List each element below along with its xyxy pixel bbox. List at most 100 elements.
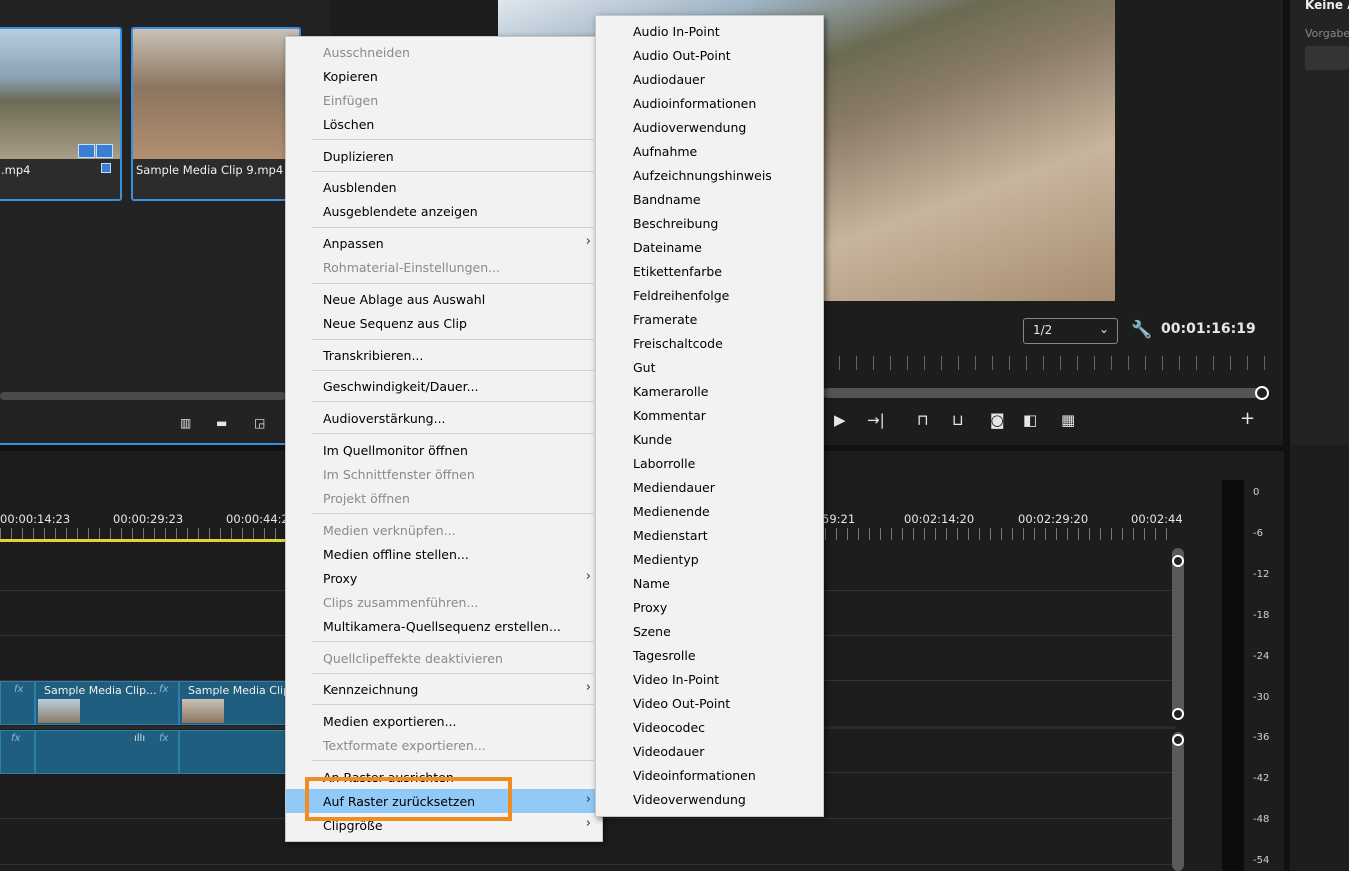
submenu-item[interactable]: Videoverwendung bbox=[596, 787, 823, 811]
chevron-right-icon: › bbox=[585, 792, 591, 807]
menu-item-textformate-exportieren[interactable]: Textformate exportieren... bbox=[286, 733, 602, 757]
submenu-item[interactable]: Kommentar bbox=[596, 403, 823, 427]
menu-item-ausblenden[interactable]: Ausblenden bbox=[286, 175, 602, 199]
camera-icon[interactable]: ◙ bbox=[990, 411, 1005, 429]
submenu-item[interactable]: Freischaltcode bbox=[596, 331, 823, 355]
submenu-item[interactable]: Videoinformationen bbox=[596, 763, 823, 787]
menu-item-anpassen[interactable]: Anpassen › bbox=[286, 231, 602, 255]
submenu-item[interactable]: Etikettenfarbe bbox=[596, 259, 823, 283]
menu-item-clips-zusammenfuehren[interactable]: Clips zusammenführen... bbox=[286, 590, 602, 614]
timeline-vertical-scrollbar[interactable] bbox=[1172, 732, 1184, 871]
submenu-item[interactable]: Audio In-Point bbox=[596, 19, 823, 43]
menu-item-kennzeichnung[interactable]: Kennzeichnung › bbox=[286, 677, 602, 701]
menu-item-ausgeblendete-anzeigen[interactable]: Ausgeblendete anzeigen bbox=[286, 199, 602, 223]
submenu-item[interactable]: Framerate bbox=[596, 307, 823, 331]
project-clip-card[interactable]: Sample Media Clip 9.mp4 bbox=[131, 27, 301, 201]
timeline-vertical-scrollbar[interactable] bbox=[1172, 548, 1184, 720]
folder-icon[interactable]: ▬ bbox=[216, 416, 227, 430]
program-timecode[interactable]: 00:01:16:19 bbox=[1161, 321, 1256, 337]
menu-item-einfuegen[interactable]: Einfügen bbox=[286, 88, 602, 112]
panel-divider[interactable] bbox=[1283, 0, 1290, 871]
submenu-item[interactable]: Video Out-Point bbox=[596, 691, 823, 715]
list-view-icon[interactable]: ▥ bbox=[180, 416, 191, 430]
menu-item-proxy[interactable]: Proxy › bbox=[286, 566, 602, 590]
clip-label: Sample Media Clip 9.mp4 bbox=[136, 163, 284, 177]
submenu-item[interactable]: Mediendauer bbox=[596, 475, 823, 499]
menu-item-multikamera[interactable]: Multikamera-Quellsequenz erstellen... bbox=[286, 614, 602, 638]
audio-clip[interactable]: fx bbox=[0, 730, 35, 774]
audio-meter-bar bbox=[1222, 480, 1244, 871]
video-clip[interactable]: Sample Media Clip... fx bbox=[35, 681, 179, 725]
submenu-item[interactable]: Videocodec bbox=[596, 715, 823, 739]
submenu-item[interactable]: Medienende bbox=[596, 499, 823, 523]
submenu-item[interactable]: Kamerarolle bbox=[596, 379, 823, 403]
new-item-icon[interactable]: ◲ bbox=[254, 416, 265, 430]
step-forward-icon[interactable]: ▶︎ bbox=[834, 411, 846, 429]
add-button-icon[interactable]: + bbox=[1240, 408, 1255, 429]
video-clip[interactable]: fx bbox=[0, 681, 35, 725]
submenu-item[interactable]: Proxy bbox=[596, 595, 823, 619]
audio-clip[interactable]: ıllı fx bbox=[35, 730, 179, 774]
menu-item-transkribieren[interactable]: Transkribieren... bbox=[286, 343, 602, 367]
submenu-item[interactable]: Laborrolle bbox=[596, 451, 823, 475]
audio-clip[interactable] bbox=[179, 730, 288, 774]
menu-item-quellmonitor[interactable]: Im Quellmonitor öffnen bbox=[286, 438, 602, 462]
go-to-out-icon[interactable]: →| bbox=[867, 411, 885, 429]
submenu-item[interactable]: Audiodauer bbox=[596, 67, 823, 91]
scrollbar-handle[interactable] bbox=[1172, 555, 1184, 567]
monitor-scrollbar-handle[interactable] bbox=[1255, 386, 1269, 400]
extract-icon[interactable]: ⊔ bbox=[952, 411, 964, 429]
submenu-item[interactable]: Aufnahme bbox=[596, 139, 823, 163]
meter-label: -36 bbox=[1253, 732, 1270, 743]
menu-item-medien-verknuepfen[interactable]: Medien verknüpfen... bbox=[286, 518, 602, 542]
monitor-scrollbar[interactable] bbox=[822, 388, 1262, 398]
meter-label: -12 bbox=[1253, 569, 1270, 580]
work-area-bar[interactable] bbox=[0, 539, 286, 542]
safe-margins-icon[interactable]: ▦ bbox=[1061, 411, 1075, 429]
menu-item-medien-offline[interactable]: Medien offline stellen... bbox=[286, 542, 602, 566]
menu-item-quellclipeffekte[interactable]: Quellclipeffekte deaktivieren bbox=[286, 646, 602, 670]
submenu-item[interactable]: Szene bbox=[596, 619, 823, 643]
video-clip[interactable]: Sample Media Clip 8 bbox=[179, 681, 288, 725]
submenu-item[interactable]: Bandname bbox=[596, 187, 823, 211]
menu-item-ausschneiden[interactable]: Ausschneiden bbox=[286, 40, 602, 64]
submenu-item[interactable]: Kunde bbox=[596, 427, 823, 451]
timeline-time-label: 00:02:29:20 bbox=[1018, 512, 1089, 526]
submenu-item[interactable]: Feldreihenfolge bbox=[596, 283, 823, 307]
project-clip-card[interactable]: .mp4 bbox=[0, 27, 122, 201]
lift-icon[interactable]: ⊓ bbox=[917, 411, 929, 429]
menu-separator bbox=[312, 673, 594, 674]
wrench-icon[interactable]: 🔧 bbox=[1131, 320, 1152, 340]
menu-item-loeschen[interactable]: Löschen bbox=[286, 112, 602, 136]
scrollbar-handle[interactable] bbox=[1172, 734, 1184, 746]
menu-item-medien-exportieren[interactable]: Medien exportieren... bbox=[286, 709, 602, 733]
zoom-select[interactable]: 1/2 ⌄ bbox=[1023, 318, 1118, 344]
menu-item-projekt-oeffnen[interactable]: Projekt öffnen bbox=[286, 486, 602, 510]
submenu-item[interactable]: Tagesrolle bbox=[596, 643, 823, 667]
submenu-item[interactable]: Audioverwendung bbox=[596, 115, 823, 139]
preset-field[interactable] bbox=[1305, 46, 1349, 70]
menu-item-duplizieren[interactable]: Duplizieren bbox=[286, 144, 602, 168]
menu-item-geschwindigkeit-dauer[interactable]: Geschwindigkeit/Dauer... bbox=[286, 374, 602, 398]
compare-icon[interactable]: ◧ bbox=[1023, 411, 1037, 429]
submenu-item[interactable]: Name bbox=[596, 571, 823, 595]
submenu-item[interactable]: Video In-Point bbox=[596, 667, 823, 691]
submenu-item[interactable]: Aufzeichnungshinweis bbox=[596, 163, 823, 187]
menu-item-rohmaterial-einstellungen[interactable]: Rohmaterial-Einstellungen... bbox=[286, 255, 602, 279]
submenu-item[interactable]: Dateiname bbox=[596, 235, 823, 259]
menu-item-schnittfenster[interactable]: Im Schnittfenster öffnen bbox=[286, 462, 602, 486]
submenu-item[interactable]: Beschreibung bbox=[596, 211, 823, 235]
menu-item-neue-ablage[interactable]: Neue Ablage aus Auswahl bbox=[286, 287, 602, 311]
submenu-item[interactable]: Gut bbox=[596, 355, 823, 379]
project-scrollbar[interactable] bbox=[0, 392, 286, 400]
submenu-item[interactable]: Medientyp bbox=[596, 547, 823, 571]
menu-item-kopieren[interactable]: Kopieren bbox=[286, 64, 602, 88]
submenu-item[interactable]: Audioinformationen bbox=[596, 91, 823, 115]
submenu-item[interactable]: Audio Out-Point bbox=[596, 43, 823, 67]
submenu-item[interactable]: Medienstart bbox=[596, 523, 823, 547]
scrollbar-handle[interactable] bbox=[1172, 708, 1184, 720]
monitor-time-ruler[interactable] bbox=[822, 356, 1267, 370]
menu-item-audioverstaerkung[interactable]: Audioverstärkung... bbox=[286, 406, 602, 430]
submenu-item[interactable]: Videodauer bbox=[596, 739, 823, 763]
menu-item-neue-sequenz[interactable]: Neue Sequenz aus Clip bbox=[286, 311, 602, 335]
